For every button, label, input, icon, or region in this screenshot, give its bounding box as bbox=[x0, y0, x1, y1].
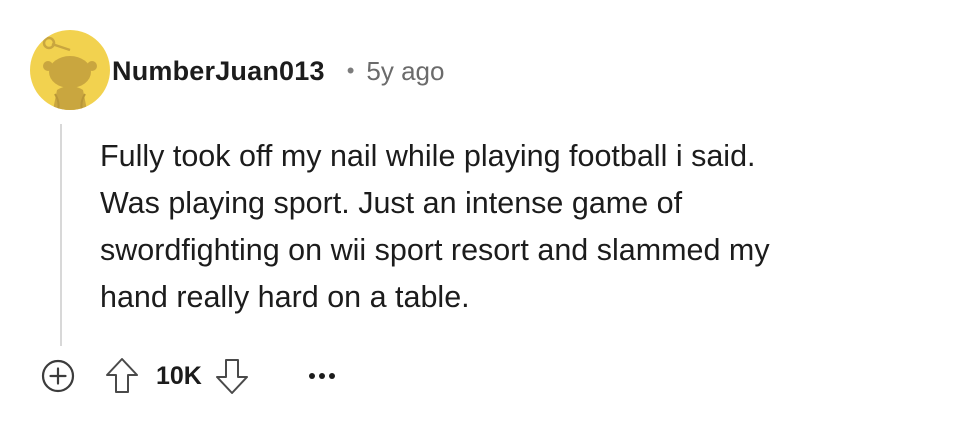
comment-header: NumberJuan013 • 5y ago bbox=[112, 53, 444, 89]
comment-line: Fully took off my nail while playing foo… bbox=[100, 139, 756, 173]
more-options-button[interactable] bbox=[300, 354, 344, 398]
comment: NumberJuan013 • 5y ago Fully took off my… bbox=[0, 0, 958, 430]
avatar[interactable] bbox=[30, 30, 110, 110]
downvote-button[interactable] bbox=[212, 354, 252, 398]
comment-body: Fully took off my nail while playing foo… bbox=[100, 133, 940, 321]
comment-line: swordfighting on wii sport resort and sl… bbox=[100, 233, 770, 267]
comment-actions: 10K bbox=[38, 354, 344, 398]
comment-line: Was playing sport. Just an intense game … bbox=[100, 186, 683, 220]
vote-group: 10K bbox=[102, 354, 252, 398]
snoo-avatar-icon bbox=[42, 36, 97, 110]
ellipsis-icon bbox=[308, 373, 335, 379]
separator-dot: • bbox=[346, 58, 355, 83]
downvote-arrow-icon bbox=[215, 359, 248, 394]
thread-line[interactable] bbox=[60, 124, 62, 346]
upvote-arrow-icon bbox=[106, 358, 138, 393]
expand-button[interactable] bbox=[38, 356, 78, 396]
username[interactable]: NumberJuan013 bbox=[112, 56, 325, 87]
timestamp[interactable]: 5y ago bbox=[366, 56, 444, 87]
plus-circle-icon bbox=[41, 359, 75, 393]
comment-line: hand really hard on a table. bbox=[100, 280, 470, 314]
vote-score: 10K bbox=[156, 361, 202, 390]
upvote-button[interactable] bbox=[102, 354, 142, 398]
